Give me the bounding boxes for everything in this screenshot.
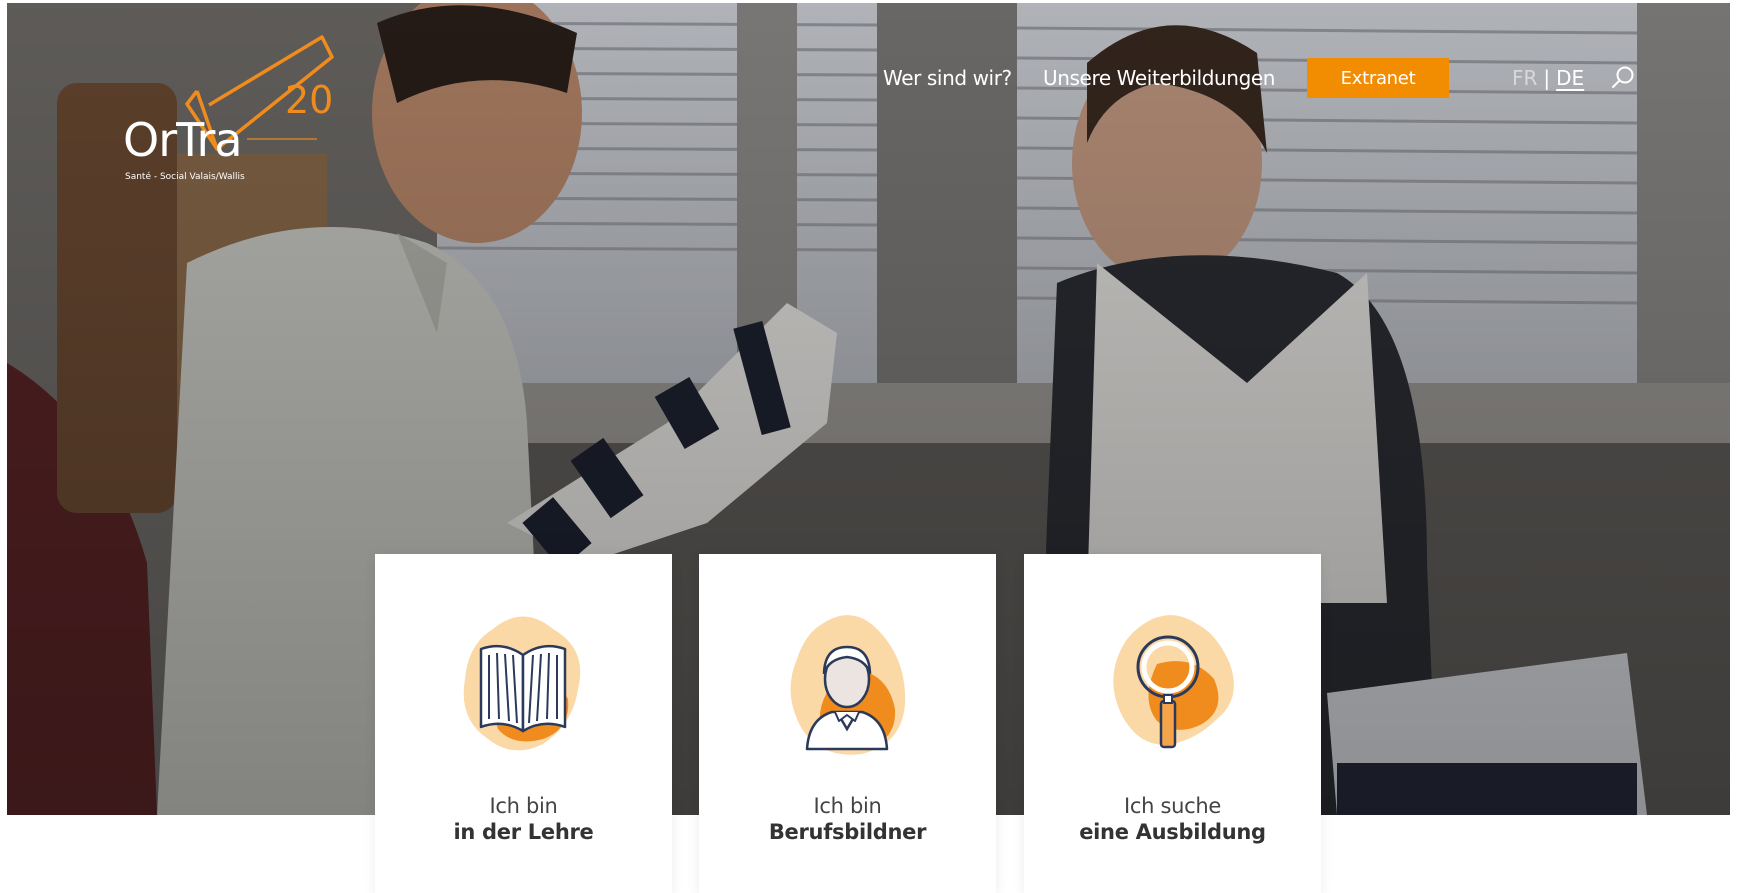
card-line1: Ich bin bbox=[813, 794, 882, 818]
search-button[interactable] bbox=[1610, 65, 1636, 91]
logo-wordmark: OrTra bbox=[123, 113, 243, 167]
logo-tagline: Santé - Social Valais/Wallis bbox=[125, 172, 245, 182]
nav-link-wer-sind-wir[interactable]: Wer sind wir? bbox=[883, 66, 1012, 90]
language-switcher: FR | DE bbox=[1512, 66, 1584, 90]
lang-separator: | bbox=[1543, 66, 1551, 90]
person-icon bbox=[790, 615, 906, 755]
card-berufsbildner[interactable]: Ich bin Berufsbildner bbox=[699, 554, 996, 893]
nav-link-weiterbildungen[interactable]: Unsere Weiterbildungen bbox=[1043, 66, 1275, 90]
logo-anniversary-number: 20 bbox=[285, 78, 334, 122]
card-eine-ausbildung[interactable]: Ich suche eine Ausbildung bbox=[1024, 554, 1321, 893]
extranet-button[interactable]: Extranet bbox=[1307, 58, 1449, 98]
card-line1: Ich suche bbox=[1123, 794, 1222, 818]
card-line1: Ich bin bbox=[489, 794, 558, 818]
ortra-logo[interactable]: OrTra 20 Santé - Social Valais/Wallis bbox=[117, 29, 347, 189]
card-line2: Berufsbildner bbox=[768, 820, 927, 844]
card-in-der-lehre[interactable]: Ich bin in der Lehre bbox=[375, 554, 672, 893]
lang-fr-link[interactable]: FR bbox=[1512, 66, 1537, 90]
card-line2: in der Lehre bbox=[453, 820, 594, 844]
card-line2: eine Ausbildung bbox=[1079, 820, 1266, 844]
magnifier-icon bbox=[1113, 615, 1234, 749]
open-book-icon bbox=[463, 616, 581, 751]
search-icon bbox=[1612, 66, 1634, 88]
lang-de-link[interactable]: DE bbox=[1556, 66, 1584, 90]
